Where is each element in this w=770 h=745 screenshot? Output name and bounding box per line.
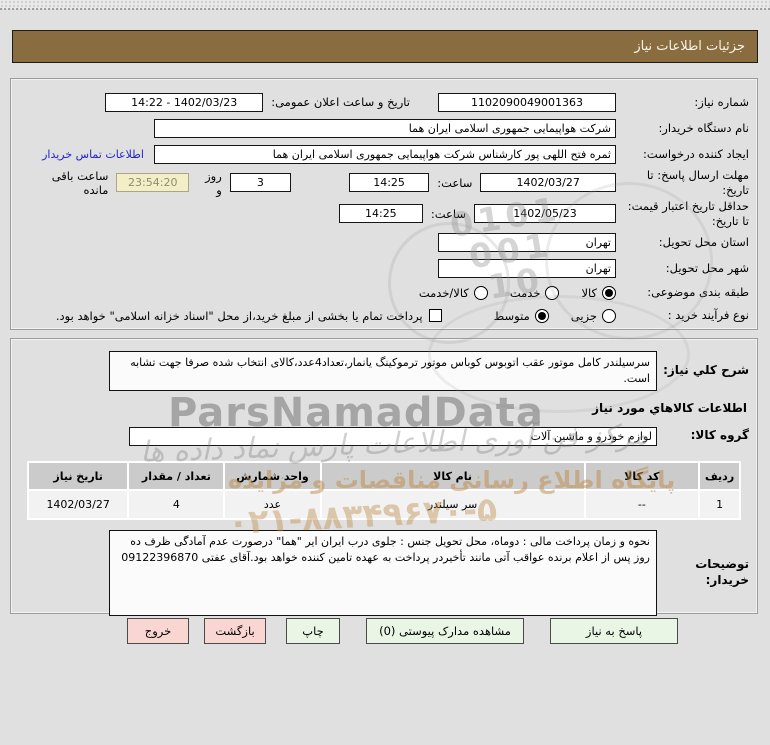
group-row: گروه کالا: لوازم خودرو و ماشین آلات [19, 423, 749, 449]
radio-goods-service-label: کالا/خدمت [418, 285, 469, 300]
buyer-notes-box: نحوه و زمان پرداخت مالی : دوماه، محل تحو… [109, 530, 657, 616]
radio-goods-service[interactable] [473, 285, 488, 300]
treasury-checkbox-label: پرداخت تمام یا بخشی از مبلغ خرید،از محل … [55, 308, 423, 323]
cell-row: 1 [700, 491, 739, 518]
city-row: شهر محل تحویل: تهران [19, 255, 749, 281]
radio-service[interactable] [545, 285, 560, 300]
buyer-org-row: نام دستگاه خریدار: شرکت هواپیمایی جمهوری… [19, 115, 749, 141]
deadline-days-field[interactable]: 3 [229, 173, 291, 192]
process-row: نوع فرآیند خرید : جزیی متوسط پرداخت تمام… [19, 304, 749, 327]
cell-name: سر سیلندر [321, 491, 584, 518]
announce-label: تاریخ و ساعت اعلان عمومی: [271, 95, 410, 109]
need-details-page: جزئیات اطلاعات نیاز شماره نیاز: 11020900… [0, 0, 770, 745]
table-row: 1 -- سر سیلندر عدد 4 1402/03/27 [29, 491, 739, 518]
province-field[interactable]: تهران [438, 232, 616, 252]
countdown-timer: 23:54:20 [116, 173, 190, 192]
need-desc-row: شرح کلي نیاز: سرسیلندر کامل موتور عقب ات… [19, 351, 749, 391]
cell-code: -- [585, 491, 699, 518]
deadline-label: مهلت ارسال پاسخ: تا تاریخ: [646, 167, 749, 197]
need-number-label: شماره نیاز: [694, 94, 749, 109]
radio-goods-label: کالا [581, 285, 597, 300]
page-header-bar: جزئیات اطلاعات نیاز [12, 30, 758, 63]
city-field[interactable]: تهران [438, 258, 616, 278]
province-row: استان محل تحویل: تهران [19, 229, 749, 255]
radio-service-label: خدمت [509, 285, 541, 300]
need-desc-box: سرسیلندر کامل موتور عقب اتوبوس کوباس موت… [109, 351, 657, 391]
deadline-date-field[interactable]: 1402/03/27 [480, 173, 616, 192]
validity-time-field[interactable]: 14:25 [338, 204, 423, 223]
radio-minor-label: جزیی [570, 308, 597, 323]
validity-date-field[interactable]: 1402/05/23 [474, 204, 616, 223]
creator-field[interactable]: ثمره فتح اللهی پور کارشناس شرکت هواپیمای… [154, 144, 616, 164]
general-info-panel: شماره نیاز: 1102090049001363 تاریخ و ساع… [10, 78, 758, 330]
radio-minor[interactable] [602, 308, 616, 323]
radio-medium[interactable] [534, 308, 549, 323]
deadline-days-label: روز و [205, 168, 222, 197]
deadline-time-field[interactable]: 14:25 [348, 173, 430, 192]
col-row: ردیف [700, 463, 739, 489]
need-desc-label: شرح کلي نیاز: [663, 363, 749, 378]
col-name: نام کالا [321, 463, 584, 489]
radio-medium-label: متوسط [493, 308, 530, 323]
deadline-hour-label: ساعت: [437, 175, 473, 190]
top-texture-strip [0, 0, 770, 10]
items-section-header: اطلاعات کالاهاي مورد نیاز [592, 401, 747, 415]
col-unit: واحد شمارش [225, 463, 320, 489]
cell-unit: عدد [225, 491, 320, 518]
col-qty: تعداد / مقدار [129, 463, 224, 489]
buyer-notes-row: توضیحات خریدار: نحوه و زمان پرداخت مالی … [19, 530, 749, 616]
col-date: تاریخ نیاز [29, 463, 128, 489]
validity-label: حداقل تاریخ اعتبار قیمت: تا تاریخ: [627, 198, 749, 228]
print-button[interactable]: چاپ [286, 618, 340, 644]
radio-goods[interactable] [602, 285, 616, 300]
countdown-label: ساعت باقی مانده [51, 168, 109, 197]
treasury-checkbox[interactable] [428, 309, 442, 322]
category-label: طبقه بندی موضوعی: [647, 285, 749, 300]
action-buttons: پاسخ به نیاز مشاهده مدارک پیوستی (0) چاپ… [0, 618, 770, 644]
validity-hour-label: ساعت: [430, 206, 466, 221]
respond-button[interactable]: پاسخ به نیاز [550, 618, 678, 644]
cell-qty: 4 [129, 491, 224, 518]
group-label: گروه کالا: [690, 428, 749, 443]
creator-row: ایجاد کننده درخواست: ثمره فتح اللهی پور … [19, 141, 749, 167]
buyer-org-label: نام دستگاه خریدار: [658, 120, 749, 135]
deadline-row: مهلت ارسال پاسخ: تا تاریخ: 1402/03/27 سا… [19, 167, 749, 198]
attachments-button[interactable]: مشاهده مدارک پیوستی (0) [366, 618, 524, 644]
buyer-contact-link[interactable]: اطلاعات تماس خریدار [42, 148, 144, 161]
category-row: طبقه بندی موضوعی: کالا خدمت کالا/خدمت [19, 281, 749, 304]
items-panel: شرح کلي نیاز: سرسیلندر کامل موتور عقب ات… [10, 338, 758, 616]
province-label: استان محل تحویل: [658, 234, 749, 249]
creator-label: ایجاد کننده درخواست: [643, 146, 749, 161]
validity-row: حداقل تاریخ اعتبار قیمت: تا تاریخ: 1402/… [19, 198, 749, 229]
back-button[interactable]: بازگشت [204, 618, 266, 644]
buyer-org-field[interactable]: شرکت هواپیمایی جمهوری اسلامی ایران هما [154, 118, 616, 138]
col-code: کد کالا [585, 463, 699, 489]
need-number-row: شماره نیاز: 1102090049001363 تاریخ و ساع… [19, 89, 749, 115]
announce-field[interactable]: 1402/03/23 - 14:22 [105, 92, 264, 112]
items-table-header-row: ردیف کد کالا نام کالا واحد شمارش تعداد /… [29, 463, 739, 489]
items-table: ردیف کد کالا نام کالا واحد شمارش تعداد /… [27, 461, 741, 520]
city-label: شهر محل تحویل: [665, 260, 749, 275]
buyer-notes-label: توضیحات خریدار: [695, 557, 749, 587]
need-number-field[interactable]: 1102090049001363 [438, 92, 616, 112]
cell-date: 1402/03/27 [29, 491, 128, 518]
process-label: نوع فرآیند خرید : [667, 308, 749, 323]
page-title: جزئیات اطلاعات نیاز [634, 39, 745, 54]
group-field[interactable]: لوازم خودرو و ماشین آلات [129, 426, 657, 446]
exit-button[interactable]: خروج [127, 618, 189, 644]
